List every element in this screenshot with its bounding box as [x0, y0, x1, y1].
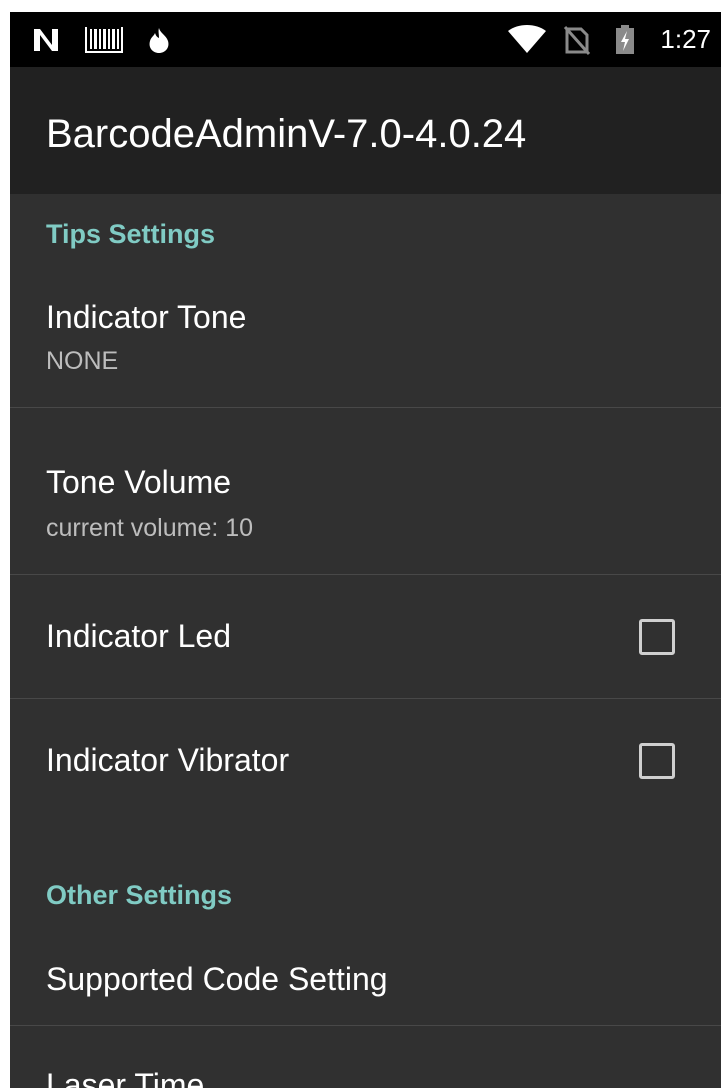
pref-title: Supported Code Setting	[46, 961, 388, 997]
no-sim-icon	[563, 26, 591, 55]
indicator-led-checkbox[interactable]	[639, 619, 675, 655]
indicator-vibrator-checkbox[interactable]	[639, 743, 675, 779]
n-notification-icon	[34, 29, 58, 51]
pref-indicator-tone[interactable]: Indicator Tone NONE	[10, 276, 721, 408]
flame-icon	[149, 28, 169, 53]
pref-summary: current volume: 10	[46, 514, 254, 542]
status-bar: 1:27	[10, 12, 721, 67]
wifi-icon	[508, 25, 546, 53]
barcode-icon	[85, 27, 123, 53]
app-bar: BarcodeAdminV-7.0-4.0.24	[10, 67, 721, 194]
pref-title: Tone Volume	[46, 464, 232, 500]
pref-indicator-vibrator[interactable]: Indicator Vibrator	[10, 699, 721, 822]
pref-title: Indicator Led	[46, 618, 232, 654]
status-bar-time: 1:27	[660, 24, 711, 54]
pref-title: Laser Time	[46, 1067, 205, 1088]
category-header-other-settings: Other Settings	[46, 880, 233, 910]
pref-title: Indicator Vibrator	[46, 742, 290, 778]
app-title: BarcodeAdminV-7.0-4.0.24	[46, 112, 527, 156]
pref-supported-code-setting[interactable]: Supported Code Setting	[10, 936, 721, 1026]
pref-summary: NONE	[46, 347, 119, 375]
pref-title: Indicator Tone	[46, 299, 247, 335]
pref-tone-volume[interactable]: Tone Volume current volume: 10	[10, 408, 721, 575]
battery-charging-icon	[616, 25, 634, 54]
category-header-tips-settings: Tips Settings	[46, 219, 216, 249]
device-screen: 1:27 BarcodeAdminV-7.0-4.0.24 Tips Setti…	[10, 12, 721, 1088]
pref-laser-time[interactable]: Laser Time	[10, 1026, 721, 1088]
pref-indicator-led[interactable]: Indicator Led	[10, 575, 721, 699]
